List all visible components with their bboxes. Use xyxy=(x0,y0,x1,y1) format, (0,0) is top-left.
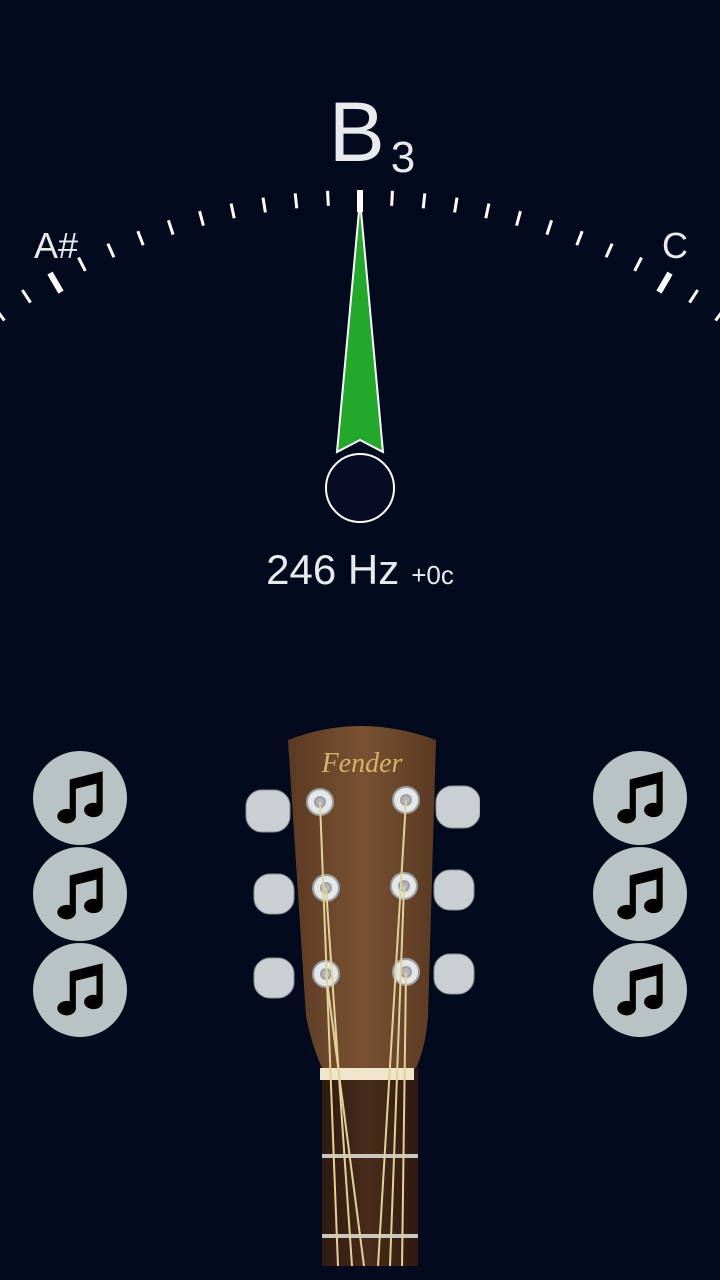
string-4-button[interactable] xyxy=(33,943,127,1037)
gauge-minor-tick xyxy=(166,219,175,236)
music-note-icon xyxy=(617,963,663,1016)
gauge-minor-tick xyxy=(714,311,720,322)
frequency-value: 246 Hz xyxy=(266,546,400,593)
gauge-minor-tick xyxy=(421,193,427,209)
music-note-icon xyxy=(57,867,103,920)
brand-logo: Fender xyxy=(321,748,403,779)
music-note-icon xyxy=(617,771,663,824)
gauge-minor-tick xyxy=(261,197,267,213)
gauge-minor-tick xyxy=(0,311,6,322)
gauge-minor-tick xyxy=(106,242,116,258)
string-1-button[interactable] xyxy=(593,751,687,845)
gauge-minor-tick xyxy=(21,289,32,304)
string-3-button[interactable] xyxy=(593,943,687,1037)
tuner-needle xyxy=(335,199,385,454)
gauge-minor-tick xyxy=(326,190,330,206)
tuning-pegs-left xyxy=(245,789,295,999)
gauge-minor-tick xyxy=(688,289,699,304)
music-note-icon xyxy=(57,963,103,1016)
gauge-minor-tick xyxy=(198,210,205,227)
gauge-minor-tick xyxy=(604,242,614,258)
gauge-major-tick xyxy=(47,271,64,294)
tuner-screen: B3 A# C 246 Hz +0c Fender xyxy=(0,0,720,1280)
cents-offset: +0c xyxy=(411,560,454,590)
gauge-minor-tick xyxy=(515,210,522,227)
gauge-minor-tick xyxy=(77,256,87,272)
string-5-button[interactable] xyxy=(33,847,127,941)
music-note-icon xyxy=(617,867,663,920)
gauge-minor-tick xyxy=(136,230,145,246)
frequency-readout: 246 Hz +0c xyxy=(0,546,720,594)
guitar-nut xyxy=(320,1068,414,1080)
gauge-minor-tick xyxy=(633,256,643,272)
gauge-minor-tick xyxy=(575,230,584,246)
gauge-minor-tick xyxy=(545,219,554,236)
gauge-minor-tick xyxy=(453,197,459,213)
guitar-headstock: Fender xyxy=(245,726,480,1266)
tuning-pegs-right xyxy=(433,785,480,995)
gauge-minor-tick xyxy=(229,203,236,219)
gauge-minor-tick xyxy=(293,193,299,209)
gauge-major-tick xyxy=(656,271,673,294)
gauge-minor-tick xyxy=(390,190,394,206)
music-note-icon xyxy=(57,771,103,824)
gauge-minor-tick xyxy=(484,203,491,219)
needle-pivot xyxy=(325,453,395,523)
string-2-button[interactable] xyxy=(593,847,687,941)
tuner-gauge xyxy=(0,190,720,523)
string-6-button[interactable] xyxy=(33,751,127,845)
